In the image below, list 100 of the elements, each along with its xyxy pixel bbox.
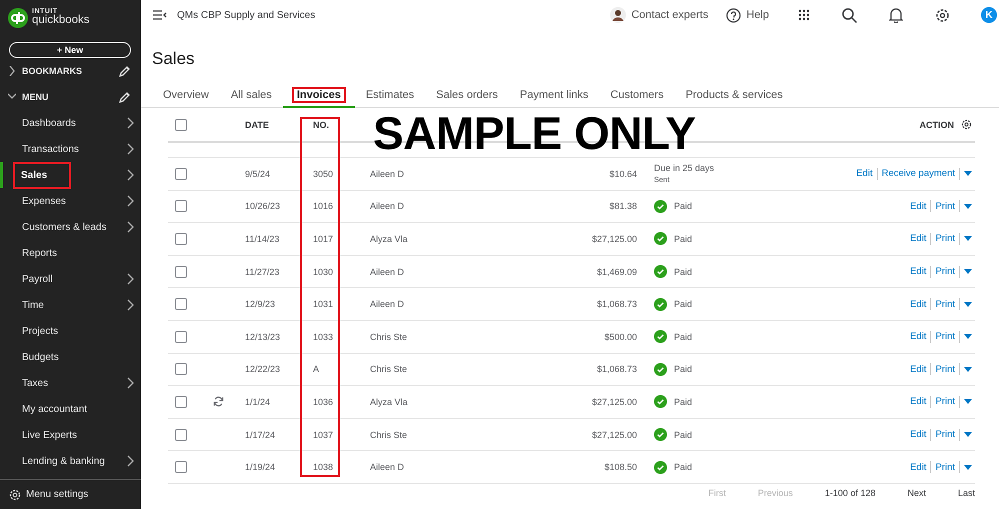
caret-icon[interactable] — [964, 464, 972, 470]
table-cell: Aileen D — [370, 201, 404, 212]
status-text: Paid — [674, 201, 692, 212]
section-header[interactable]: MENU — [0, 84, 141, 110]
table-cell: 1036 — [313, 396, 334, 407]
nav-item[interactable]: Projects — [0, 318, 141, 344]
menu-icon[interactable] — [153, 10, 167, 20]
apps-icon[interactable] — [798, 9, 810, 21]
chevron-icon — [127, 117, 134, 129]
tab[interactable]: Sales orders — [425, 89, 509, 108]
action-link[interactable]: Print — [931, 364, 959, 375]
checkbox[interactable] — [175, 298, 187, 310]
nav-item[interactable]: Live Experts — [0, 422, 141, 448]
action-link[interactable]: Print — [931, 298, 959, 310]
table-cell: $108.50 — [604, 462, 637, 472]
caret-icon[interactable] — [964, 171, 972, 176]
menu-settings[interactable]: Menu settings — [0, 479, 141, 509]
action-link[interactable]: Edit — [906, 266, 930, 278]
action-link[interactable]: Print — [931, 200, 959, 212]
action-link[interactable]: Print — [931, 462, 959, 473]
nav-item[interactable]: My accountant — [0, 396, 141, 422]
settings-icon[interactable] — [935, 8, 950, 22]
action-link[interactable]: Print — [931, 429, 959, 440]
action-link[interactable]: Edit — [906, 298, 930, 310]
checkbox[interactable] — [175, 396, 187, 408]
search-icon[interactable] — [842, 8, 857, 22]
pencil-icon[interactable] — [119, 91, 131, 103]
nav-item[interactable]: Taxes — [0, 370, 141, 396]
nav-item[interactable]: Time — [0, 292, 141, 318]
status-text: Paid — [674, 234, 692, 244]
checkbox[interactable] — [175, 200, 187, 212]
section-header[interactable]: BOOKMARKS — [0, 58, 141, 84]
help-icon — [726, 8, 742, 22]
action-link[interactable]: Edit — [906, 462, 930, 473]
action-link[interactable]: Edit — [906, 364, 930, 375]
checkbox[interactable] — [175, 266, 187, 278]
nav-item[interactable]: Payroll — [0, 266, 141, 292]
action-link[interactable]: Edit — [906, 233, 930, 244]
nav-item[interactable]: Reports — [0, 240, 141, 266]
nav-item[interactable]: Customers & leads — [0, 214, 141, 240]
tab[interactable]: Invoices — [282, 89, 355, 108]
caret-icon[interactable] — [964, 204, 972, 209]
contact-experts-link[interactable]: Contact experts — [610, 7, 708, 23]
help-link[interactable]: Help — [726, 8, 769, 22]
nav-item[interactable]: Budgets — [0, 344, 141, 370]
tab[interactable]: Customers — [599, 89, 675, 108]
nav-item[interactable]: Expenses — [0, 188, 141, 214]
caret-icon[interactable] — [964, 302, 972, 307]
column-header[interactable]: ACTION — [920, 119, 972, 130]
check-circle-icon — [654, 428, 667, 442]
table-cell: $10.64 — [609, 168, 637, 179]
nav-item[interactable]: Transactions — [0, 136, 141, 162]
table-cell: $1,068.73 — [596, 364, 637, 374]
checkbox[interactable] — [175, 330, 187, 343]
checkbox[interactable] — [175, 363, 187, 376]
action-link[interactable]: Edit — [852, 168, 877, 180]
status-text: Paid — [674, 430, 692, 440]
settings-icon[interactable] — [961, 119, 972, 130]
column-header[interactable]: DATE — [245, 108, 313, 141]
table-cell: $500.00 — [604, 332, 637, 342]
status-text: Paid — [674, 462, 692, 472]
nav-item[interactable]: Dashboards — [0, 110, 141, 136]
caret-icon[interactable] — [964, 334, 972, 340]
checkbox[interactable] — [175, 118, 187, 130]
pencil-icon[interactable] — [119, 65, 131, 77]
action-link[interactable]: Edit — [906, 396, 930, 408]
nav-item[interactable]: Lending & banking — [0, 448, 141, 474]
checkbox[interactable] — [175, 232, 187, 245]
caret-icon[interactable] — [964, 432, 972, 438]
tab[interactable]: Payment links — [508, 89, 600, 108]
nav-item[interactable]: Sales — [0, 162, 141, 188]
next-page-link[interactable]: Next — [907, 488, 926, 498]
tab[interactable]: All sales — [220, 89, 283, 108]
checkbox[interactable] — [175, 428, 187, 441]
tab[interactable]: Products & services — [674, 89, 794, 108]
new-button[interactable]: + New — [9, 42, 131, 58]
action-link[interactable]: Edit — [906, 429, 930, 440]
tab[interactable]: Estimates — [354, 89, 426, 108]
action-link[interactable]: Edit — [906, 200, 930, 212]
tab[interactable]: Overview — [152, 89, 220, 108]
caret-icon[interactable] — [964, 269, 972, 274]
checkbox[interactable] — [175, 168, 187, 180]
caret-icon[interactable] — [964, 366, 972, 372]
action-link[interactable]: Edit — [906, 331, 930, 342]
table-cell: 11/27/23 — [245, 266, 280, 277]
table-cell: 1/1/24 — [245, 396, 270, 407]
action-link[interactable]: Print — [931, 331, 959, 342]
column-header[interactable]: NO. — [313, 108, 370, 141]
bell-icon[interactable] — [889, 7, 903, 23]
last-page-link[interactable]: Last — [958, 488, 975, 498]
checkbox[interactable] — [175, 461, 187, 474]
chevron-icon — [127, 273, 134, 285]
action-link[interactable]: Print — [931, 396, 959, 408]
table-cell: $1,068.73 — [596, 299, 637, 310]
action-link[interactable]: Print — [931, 266, 959, 278]
caret-icon[interactable] — [964, 236, 972, 242]
action-link[interactable]: Print — [931, 233, 959, 244]
status-text: Paid — [674, 266, 692, 277]
action-link[interactable]: Receive payment — [878, 168, 959, 180]
caret-icon[interactable] — [964, 399, 972, 404]
